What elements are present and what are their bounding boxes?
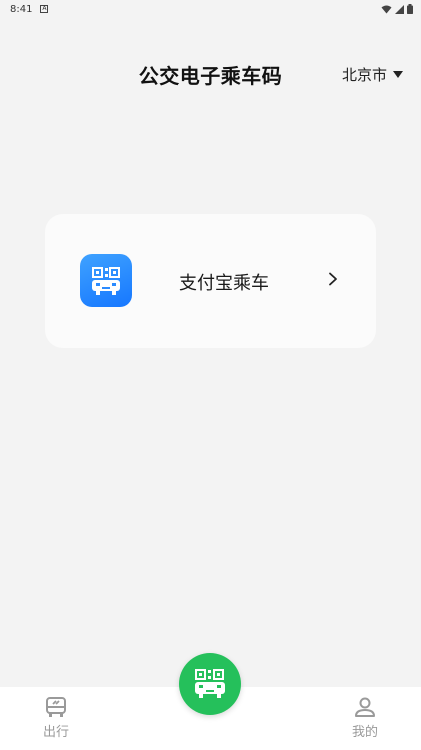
status-time: 8:41 bbox=[10, 3, 33, 15]
wifi-icon bbox=[381, 5, 392, 13]
ride-code-fab[interactable] bbox=[179, 653, 241, 715]
nav-item-travel[interactable]: 出行 bbox=[26, 695, 86, 740]
caret-down-icon bbox=[393, 71, 403, 78]
alipay-ride-icon bbox=[80, 254, 132, 307]
notification-a-icon: A bbox=[40, 5, 49, 13]
signal-icon bbox=[395, 4, 404, 14]
city-picker[interactable]: 北京市 bbox=[342, 64, 403, 85]
nav-label-travel: 出行 bbox=[42, 725, 69, 740]
chevron-right-icon bbox=[329, 272, 337, 286]
card-label: 支付宝乘车 bbox=[179, 273, 269, 294]
user-icon bbox=[355, 697, 375, 717]
qr-bus-icon bbox=[195, 669, 225, 698]
battery-icon bbox=[407, 4, 413, 14]
city-label: 北京市 bbox=[341, 66, 387, 84]
alipay-ride-card[interactable]: 支付宝乘车 bbox=[45, 214, 376, 348]
bus-icon bbox=[46, 697, 66, 717]
status-bar: 8:41 A bbox=[0, 0, 421, 18]
nav-item-mine[interactable]: 我的 bbox=[335, 695, 395, 740]
header: 公交电子乘车码 北京市 bbox=[0, 52, 421, 96]
nav-label-mine: 我的 bbox=[351, 725, 378, 740]
